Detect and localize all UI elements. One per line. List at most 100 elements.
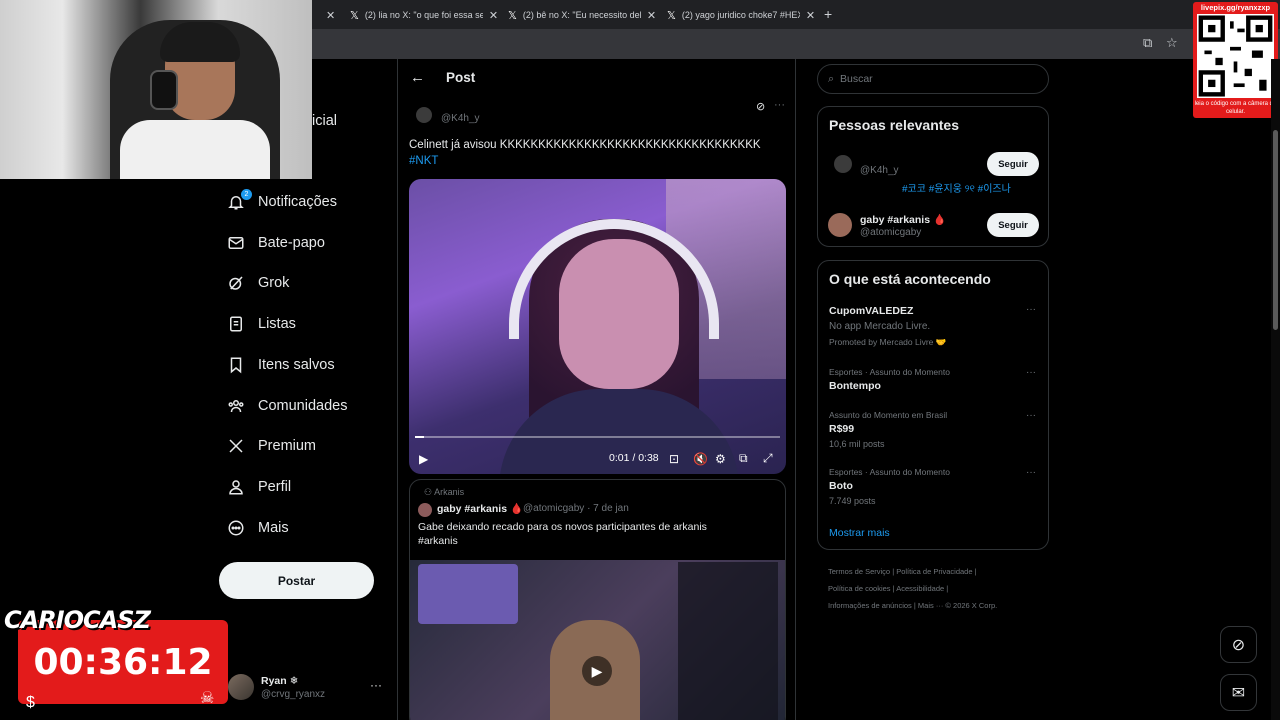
notification-badge: 2	[241, 189, 252, 200]
grok-fab-button[interactable]: ⊘	[1220, 626, 1257, 663]
hashtag-link[interactable]: #NKT	[409, 155, 438, 167]
page-title: Post	[446, 70, 476, 85]
post-button[interactable]: Postar	[219, 562, 374, 599]
more-icon[interactable]: ···	[370, 678, 382, 692]
close-icon[interactable]: ✕	[647, 9, 656, 22]
nav-item-grok[interactable]: Grok	[226, 270, 289, 296]
trend-category: Esportes · Assunto do Momento	[829, 367, 950, 377]
donation-qr-overlay: livepix.gg/ryanxzxp leia o código com a …	[1193, 2, 1278, 118]
more-icon[interactable]: ···	[1026, 467, 1036, 478]
fullscreen-icon[interactable]: ⤢	[763, 451, 773, 466]
avatar	[418, 503, 432, 517]
nav-label: Bate-papo	[258, 235, 325, 251]
trend-name[interactable]: R$99	[829, 423, 854, 435]
quote-meta: @atomicgaby · 7 de jan	[523, 503, 629, 514]
search-input[interactable]	[840, 71, 1040, 87]
more-icon[interactable]: ···	[1026, 410, 1036, 421]
nav-item-lists[interactable]: Listas	[226, 311, 296, 337]
trend-name[interactable]: Bontempo	[829, 380, 881, 392]
promoted-label: Promoted by Mercado Livre 🤝	[829, 337, 947, 347]
nav-label: Comunidades	[258, 398, 348, 414]
nav-item-notifications[interactable]: 2 Notificações	[226, 189, 337, 215]
trend-posts: 7.749 posts	[829, 496, 876, 506]
follow-button[interactable]: Seguir	[987, 213, 1039, 237]
trend-name[interactable]: Boto	[829, 480, 853, 492]
close-icon[interactable]: ✕	[489, 9, 498, 22]
account-name: Ryan ❄	[261, 675, 299, 687]
footer-links[interactable]: Política de cookies | Acessibilidade |	[828, 584, 948, 593]
author-handle[interactable]: @K4h_y	[441, 113, 480, 124]
nav-label: Perfil	[258, 479, 292, 495]
video-seek-bar[interactable]	[415, 436, 780, 438]
account-switcher[interactable]: Ryan ❄ @crvg_ryanxz ···	[228, 672, 388, 708]
browser-tab[interactable]: 𝕏 (2) yago juridico choke7 #HEXA ✕	[659, 4, 817, 26]
nav-label: Grok	[258, 275, 290, 291]
footer-links[interactable]: Informações de anúncios | Mais ··· © 202…	[828, 601, 997, 610]
timer-value: 00:36:12	[33, 641, 213, 683]
dollar-icon: $	[26, 694, 35, 711]
nav-item-bookmarks[interactable]: Itens salvos	[226, 352, 335, 378]
footer-links[interactable]: Termos de Serviço | Política de Privacid…	[828, 567, 977, 576]
nav-item-premium[interactable]: Premium	[226, 433, 316, 459]
avatar[interactable]	[834, 155, 852, 173]
more-icon[interactable]: ···	[1026, 304, 1036, 315]
show-more-link[interactable]: Mostrar mais	[829, 527, 890, 539]
trend-category: Assunto do Momento em Brasil	[829, 410, 948, 420]
close-icon[interactable]: ✕	[806, 9, 815, 22]
settings-icon[interactable]: ⚙	[715, 452, 726, 466]
person-handle[interactable]: @K4h_y	[860, 165, 899, 176]
search-box[interactable]: ⌕	[817, 64, 1049, 94]
person-icon	[226, 477, 246, 497]
sidebar-nav: 2 Notificações Bate-papo Grok Listas Ite…	[218, 0, 398, 720]
nav-label: Itens salvos	[258, 357, 335, 373]
new-tab-button[interactable]: +	[824, 6, 832, 22]
trend-name[interactable]: CupomVALEDEZ	[829, 305, 913, 317]
nav-label: Notificações	[258, 194, 337, 210]
headset-icon	[150, 70, 178, 110]
play-icon[interactable]: ▶	[419, 452, 428, 466]
trend-category: Esportes · Assunto do Momento	[829, 467, 950, 477]
person-name[interactable]: gaby #arkanis 🩸	[860, 213, 946, 226]
tweet-body: Celinett já avisou KKKKKKKKKKKKKKKKKKKKK…	[409, 139, 761, 151]
captions-icon[interactable]: ⊡	[669, 452, 679, 466]
bell-icon: 2	[226, 189, 252, 212]
panel-title: O que está acontecendo	[829, 271, 991, 287]
qr-code-icon	[1197, 14, 1274, 98]
grok-icon	[226, 273, 246, 293]
x-logo-icon	[226, 436, 246, 456]
nav-item-profile[interactable]: Perfil	[226, 474, 291, 500]
browser-tab[interactable]: 𝕏 (2) bê no X: "Eu necessito dela c ✕	[500, 4, 658, 26]
quote-video[interactable]: ▶	[410, 560, 785, 720]
picture-in-picture-icon[interactable]: ⧉	[739, 451, 748, 466]
x-logo-icon: 𝕏	[508, 8, 517, 22]
star-icon[interactable]: ☆	[1166, 35, 1178, 51]
quoted-tweet[interactable]: ⚇ Arkanis gaby #arkanis 🩸 @atomicgaby · …	[409, 479, 786, 720]
messages-fab-button[interactable]: ✉	[1220, 674, 1257, 711]
more-icon[interactable]: ···	[1026, 367, 1036, 378]
avatar[interactable]	[828, 213, 852, 237]
person-handle[interactable]: @atomicgaby	[860, 227, 921, 238]
skull-icon: ☠	[200, 690, 215, 707]
main-column: ← Post @K4h_y ⊘ ··· Celinett já avisou K…	[397, 59, 796, 720]
nav-item-communities[interactable]: Comunidades	[226, 393, 347, 419]
video-player[interactable]: ▶ 0:01 / 0:38 ⊡ 🔇 ⚙ ⧉ ⤢	[409, 179, 786, 474]
play-icon[interactable]: ▶	[582, 656, 612, 686]
post-header: ← Post	[398, 59, 796, 99]
communities-icon	[226, 396, 246, 416]
mail-icon: ✉	[1231, 684, 1246, 702]
scrollbar-thumb[interactable]	[1273, 130, 1278, 330]
mail-icon	[226, 233, 246, 253]
mute-icon[interactable]: 🔇	[693, 452, 708, 466]
follow-button[interactable]: Seguir	[987, 152, 1039, 176]
install-app-icon[interactable]: ⧉	[1143, 35, 1152, 51]
grok-icon: ⊘	[1231, 636, 1246, 654]
avatar	[228, 674, 254, 700]
relevant-people-panel: Pessoas relevantes @K4h_y #코코 #윤지웅 ୨୧ #이…	[817, 106, 1049, 247]
avatar[interactable]	[416, 107, 432, 123]
grok-icon[interactable]: ⊘	[756, 100, 765, 113]
more-icon[interactable]: ···	[774, 99, 785, 111]
nav-item-more[interactable]: Mais	[226, 515, 289, 541]
nav-item-chat[interactable]: Bate-papo	[226, 230, 325, 256]
qr-caption: leia o código com a câmera do celular.	[1194, 101, 1277, 115]
back-arrow-icon[interactable]: ←	[410, 69, 425, 86]
